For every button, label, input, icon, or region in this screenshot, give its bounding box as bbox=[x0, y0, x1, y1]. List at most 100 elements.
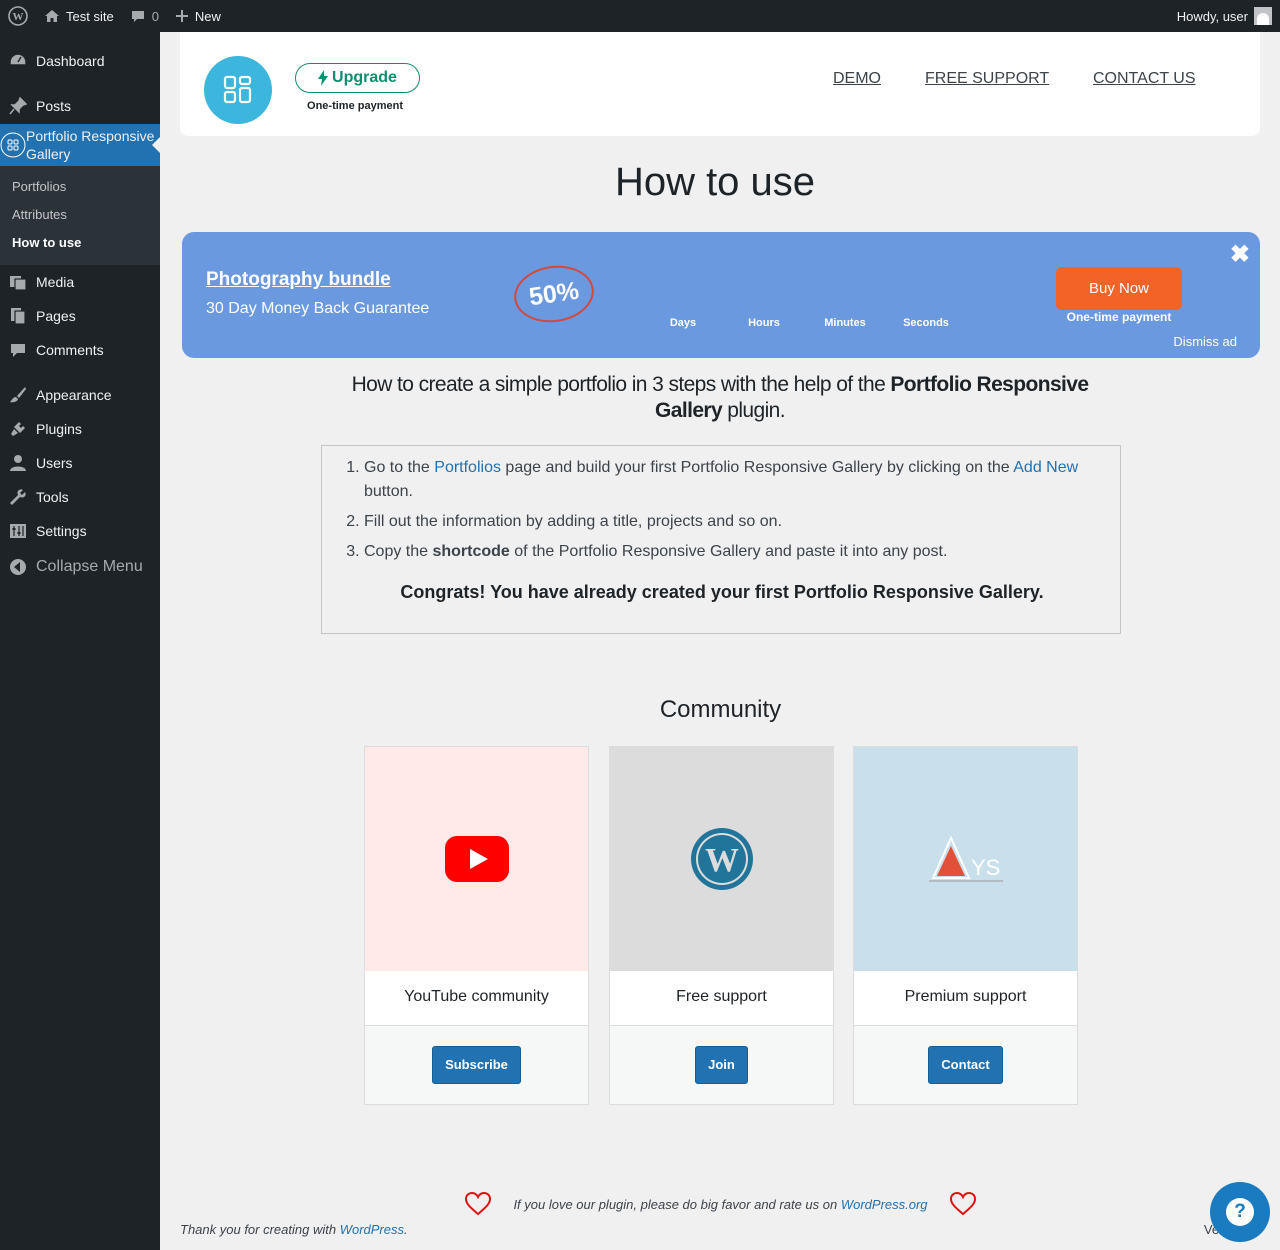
submenu-item-how-to-use[interactable]: How to use bbox=[0, 229, 160, 257]
collapse-menu-button[interactable]: Collapse Menu bbox=[0, 550, 160, 584]
intro-heading: How to create a simple portfolio in 3 st… bbox=[351, 373, 1089, 422]
congrats-text: Congrats! You have already created your … bbox=[400, 582, 1044, 602]
comments-link[interactable]: 0 bbox=[122, 0, 167, 32]
comment-icon bbox=[0, 341, 36, 359]
list-item: Go to the Portfolios page and build your… bbox=[364, 456, 1090, 504]
sidebar-item-settings[interactable]: Settings bbox=[0, 514, 160, 548]
portfolios-link[interactable]: Portfolios bbox=[434, 459, 501, 476]
promo-subtitle: 30 Day Money Back Guarantee bbox=[206, 300, 430, 317]
plus-icon bbox=[175, 10, 188, 22]
one-time-payment-note: One-time payment bbox=[307, 100, 403, 112]
wordpress-link[interactable]: WordPress bbox=[340, 1222, 404, 1237]
plugin-logo bbox=[204, 56, 272, 124]
upgrade-button[interactable]: Upgrade bbox=[295, 63, 420, 93]
sidebar-item-tools[interactable]: Tools bbox=[0, 480, 160, 514]
grid-icon bbox=[223, 75, 252, 104]
sidebar-item-posts[interactable]: Posts bbox=[0, 89, 160, 123]
list-item: Fill out the information by adding a tit… bbox=[364, 510, 1090, 534]
svg-text:W: W bbox=[705, 842, 739, 879]
new-label: New bbox=[194, 8, 221, 24]
youtube-icon bbox=[444, 836, 509, 882]
wordpress-icon: W bbox=[690, 828, 753, 890]
list-item: Copy the shortcode of the Portfolio Resp… bbox=[364, 540, 1090, 564]
subscribe-button[interactable]: Subscribe bbox=[432, 1046, 521, 1084]
submenu-item-attributes[interactable]: Attributes bbox=[0, 201, 160, 229]
howdy-text: Howdy, user bbox=[1176, 8, 1248, 24]
card-title: YouTube community bbox=[365, 971, 588, 1026]
question-icon: ? bbox=[1226, 1198, 1254, 1226]
pages-icon bbox=[0, 307, 36, 325]
sidebar-item-dashboard[interactable]: Dashboard bbox=[0, 44, 160, 78]
add-new-link[interactable]: Add New bbox=[1013, 459, 1078, 476]
wrench-icon bbox=[0, 488, 36, 506]
countdown-minutes-label: Minutes bbox=[824, 317, 866, 329]
my-account[interactable]: Howdy, user bbox=[1177, 0, 1272, 32]
promo-title-link[interactable]: Photography bundle bbox=[206, 269, 391, 291]
card-title: Free support bbox=[610, 971, 833, 1026]
new-content-link[interactable]: New bbox=[167, 0, 229, 32]
brush-icon bbox=[0, 386, 36, 404]
countdown-seconds-label: Seconds bbox=[903, 317, 949, 329]
home-icon bbox=[45, 10, 59, 22]
lightning-icon bbox=[318, 70, 329, 86]
steps-list: Go to the Portfolios page and build your… bbox=[364, 456, 1120, 564]
card-title: Premium support bbox=[854, 971, 1077, 1026]
discount-badge: 50% bbox=[510, 260, 598, 328]
buy-one-time-note: One-time payment bbox=[1066, 310, 1172, 324]
admin-sidebar: Dashboard Posts Portfolio Responsive Gal… bbox=[0, 32, 160, 1250]
sidebar-item-pages[interactable]: Pages bbox=[0, 299, 160, 333]
help-button[interactable]: ? bbox=[1210, 1182, 1270, 1242]
dashboard-icon bbox=[0, 52, 36, 70]
svg-text:W: W bbox=[13, 11, 24, 23]
ays-card-image: YS bbox=[854, 747, 1077, 971]
comment-icon bbox=[131, 11, 144, 22]
avatar bbox=[1254, 7, 1272, 25]
buy-now-button[interactable]: Buy Now bbox=[1056, 267, 1182, 310]
heart-icon bbox=[949, 1192, 976, 1216]
sidebar-item-comments[interactable]: Comments bbox=[0, 333, 160, 367]
wordpress-card-image: W bbox=[610, 747, 833, 971]
contact-button[interactable]: Contact bbox=[928, 1046, 1003, 1084]
wordpress-logo-icon[interactable]: W bbox=[0, 0, 36, 32]
svg-text:YS: YS bbox=[971, 855, 1000, 880]
join-button[interactable]: Join bbox=[695, 1046, 748, 1084]
youtube-community-card: YouTube community Subscribe bbox=[364, 746, 589, 1105]
portfolio-submenu: Portfolios Attributes How to use bbox=[0, 166, 160, 265]
site-name-link[interactable]: Test site bbox=[36, 0, 122, 32]
page-title: How to use bbox=[614, 160, 816, 204]
main-content: Upgrade One-time payment DEMO FREE SUPPO… bbox=[160, 32, 1280, 1250]
sidebar-item-users[interactable]: Users bbox=[0, 446, 160, 480]
media-icon bbox=[0, 273, 36, 291]
free-support-card: W Free support Join bbox=[609, 746, 834, 1105]
dismiss-ad-link[interactable]: Dismiss ad bbox=[1173, 334, 1237, 349]
sidebar-item-plugins[interactable]: Plugins bbox=[0, 412, 160, 446]
free-support-link[interactable]: FREE SUPPORT bbox=[925, 70, 1049, 88]
promo-banner: Photography bundle 30 Day Money Back Gua… bbox=[182, 232, 1260, 358]
admin-bar: W Test site 0 New Howdy, user bbox=[0, 0, 1280, 32]
sidebar-item-media[interactable]: Media bbox=[0, 265, 160, 299]
premium-support-card: YS Premium support Contact bbox=[853, 746, 1078, 1105]
countdown-days-label: Days bbox=[669, 317, 697, 329]
plugin-header: Upgrade One-time payment DEMO FREE SUPPO… bbox=[180, 32, 1260, 136]
pin-icon bbox=[0, 97, 36, 115]
submenu-item-portfolios[interactable]: Portfolios bbox=[0, 173, 160, 201]
sidebar-item-appearance[interactable]: Appearance bbox=[0, 378, 160, 412]
site-name: Test site bbox=[66, 8, 114, 24]
heart-icon bbox=[465, 1192, 492, 1216]
youtube-card-image bbox=[365, 747, 588, 971]
comments-count: 0 bbox=[151, 8, 159, 24]
close-icon[interactable]: ✖ bbox=[1230, 240, 1250, 269]
contact-us-link[interactable]: CONTACT US bbox=[1093, 70, 1196, 88]
demo-link[interactable]: DEMO bbox=[833, 70, 881, 88]
plugin-icon bbox=[0, 420, 36, 438]
grid-icon bbox=[0, 132, 26, 158]
wordpress-org-link[interactable]: WordPress.org bbox=[841, 1197, 928, 1212]
community-title: Community bbox=[659, 696, 782, 723]
user-icon bbox=[0, 454, 36, 472]
settings-icon bbox=[0, 522, 36, 540]
sidebar-item-portfolio-gallery[interactable]: Portfolio Responsive Gallery bbox=[0, 124, 160, 166]
rate-us-notice: If you love our plugin, please do big fa… bbox=[160, 1192, 1280, 1216]
footer-thanks: Thank you for creating with WordPress. bbox=[180, 1222, 408, 1237]
collapse-icon bbox=[0, 558, 36, 576]
steps-box: Go to the Portfolios page and build your… bbox=[321, 445, 1121, 634]
